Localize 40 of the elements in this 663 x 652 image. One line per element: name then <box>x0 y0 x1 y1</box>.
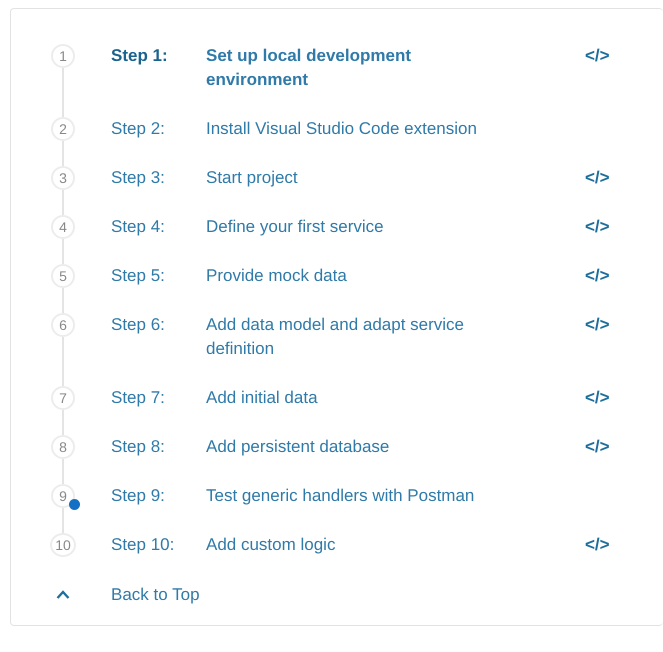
step-label: Step 9: <box>111 485 166 507</box>
code-icon: </> <box>585 437 610 456</box>
step-label: Step 3: <box>111 167 166 189</box>
step-label: Step 5: <box>111 265 166 287</box>
step-number: 7 <box>51 386 75 410</box>
status-dot <box>69 499 80 510</box>
step-number: 6 <box>51 313 75 337</box>
back-to-top-link[interactable]: Back to Top <box>51 582 663 608</box>
code-icon: </> <box>585 266 610 285</box>
step-label: Step 1: <box>111 45 169 67</box>
code-icon: </> <box>585 46 610 65</box>
step-link[interactable]: Provide mock data <box>206 264 476 288</box>
step-label: Step 7: <box>111 387 166 409</box>
step-link[interactable]: Start project <box>206 166 476 190</box>
step-number: 8 <box>51 435 75 459</box>
step-number: 1 <box>51 44 75 68</box>
step-label: Step 6: <box>111 314 166 336</box>
step-link[interactable]: Add custom logic <box>206 533 476 557</box>
caret-up-icon <box>56 590 70 600</box>
code-icon: </> <box>585 315 610 334</box>
step-link[interactable]: Define your first service <box>206 215 476 239</box>
step-link[interactable]: Set up local development environment <box>206 44 476 92</box>
step-label: Step 8: <box>111 436 166 458</box>
step-link[interactable]: Add data model and adapt service definition <box>206 313 476 361</box>
step-link[interactable]: Install Visual Studio Code extension <box>206 117 575 141</box>
step-number: 2 <box>51 117 75 141</box>
step-link[interactable]: Add persistent database <box>206 435 476 459</box>
step-label: Step 10: <box>111 534 176 556</box>
step-number: 5 <box>51 264 75 288</box>
step-number: 4 <box>51 215 75 239</box>
code-icon: </> <box>585 388 610 407</box>
step-link[interactable]: Add initial data <box>206 386 476 410</box>
code-icon: </> <box>585 217 610 236</box>
step-label: Step 4: <box>111 216 166 238</box>
step-number: 10 <box>50 533 76 557</box>
step-number: 3 <box>51 166 75 190</box>
code-icon: </> <box>585 168 610 187</box>
step-label: Step 2: <box>111 118 166 140</box>
code-icon: </> <box>585 535 610 554</box>
step-link[interactable]: Test generic handlers with Postman <box>206 484 575 508</box>
